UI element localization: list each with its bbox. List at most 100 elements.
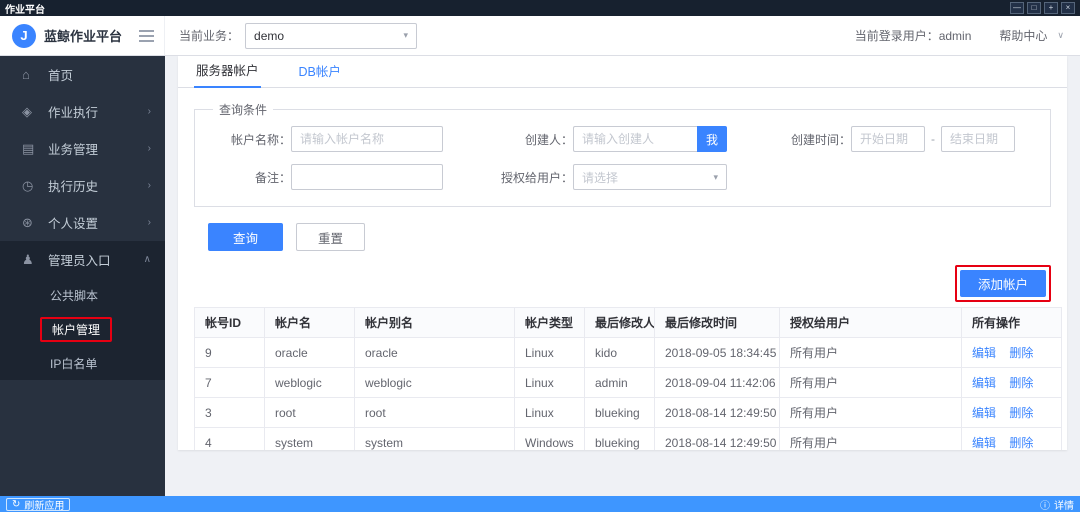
add-account-button[interactable]: 添加帐户 <box>959 270 1046 297</box>
filter-legend: 查询条件 <box>219 103 268 117</box>
logged-in-user: 当前登录用户：admin <box>854 29 972 43</box>
remark-field: 备注： <box>207 164 443 190</box>
cell-type: Windows <box>514 427 585 450</box>
account-name-field: 帐户名称： <box>207 126 443 152</box>
cell-mtime: 2018-09-05 18:34:45 +0800 <box>654 337 780 368</box>
menu-toggle-icon[interactable] <box>139 29 154 42</box>
sidebar: ⌂ 首页 ◈ 作业执行 › ▤ 业务管理 › ◷ 执行历史 › ⊛ 个人设置 ›… <box>0 56 165 496</box>
creator-field: 创建人： 我 <box>483 126 727 152</box>
sidebar-subitem-ip-whitelist[interactable]: IP白名单 <box>0 346 165 380</box>
admin-entry-icon: ♟ <box>22 251 34 267</box>
cell-modifier: blueking <box>584 397 655 428</box>
refresh-app-button[interactable]: ↻ 刷新应用 <box>6 497 71 512</box>
filter-row-2: 备注： 授权给用户： 请选择 ▾ <box>207 164 1038 190</box>
window-titlebar: 作业平台 — □ + × <box>0 0 1080 16</box>
tab-db-account[interactable]: DB帐户 <box>297 56 343 87</box>
sidebar-item-home[interactable]: ⌂ 首页 <box>0 56 165 93</box>
refresh-app-label: 刷新应用 <box>24 500 65 512</box>
creator-label: 创建人： <box>524 132 573 147</box>
creator-input[interactable] <box>573 126 697 152</box>
edit-link[interactable]: 编辑 <box>972 436 996 450</box>
edit-link[interactable]: 编辑 <box>972 376 996 390</box>
sidebar-item-execute-history[interactable]: ◷ 执行历史 › <box>0 167 165 204</box>
me-button[interactable]: 我 <box>697 126 727 152</box>
delete-link[interactable]: 删除 <box>1009 436 1033 450</box>
close-button[interactable]: × <box>1061 2 1075 14</box>
remark-label: 备注： <box>254 170 291 185</box>
execute-history-icon: ◷ <box>22 177 34 193</box>
job-execute-icon: ◈ <box>22 103 32 119</box>
reset-button[interactable]: 重置 <box>296 223 366 251</box>
edit-link[interactable]: 编辑 <box>972 346 996 360</box>
table-header-row: 帐号ID 帐户名 帐户别名 帐户类型 最后修改人 最后修改时间 授权给用户 所有… <box>194 307 1062 338</box>
chevron-down-icon: ▾ <box>713 171 718 182</box>
cell-name: root <box>264 397 355 428</box>
grant-user-label: 授权给用户： <box>500 170 573 185</box>
restore-button[interactable]: □ <box>1027 2 1041 14</box>
refresh-icon: ↻ <box>12 498 21 510</box>
filter-actions: 查询 重置 <box>208 223 1067 251</box>
tab-server-account[interactable]: 服务器帐户 <box>194 56 261 88</box>
info-icon: ⓘ <box>1040 500 1050 512</box>
help-center-menu[interactable]: 帮助中心 ∨ <box>999 27 1064 44</box>
table-row: 4 system system Windows blueking 2018-08… <box>194 427 1062 450</box>
topbar: 当前业务： demo ▾ 当前登录用户：admin 帮助中心 ∨ <box>165 16 1080 55</box>
delete-link[interactable]: 删除 <box>1009 376 1033 390</box>
sidebar-subitem-account-manage[interactable]: 帐户管理 <box>0 312 165 346</box>
logo-icon: J <box>12 23 36 48</box>
cell-mtime: 2018-08-14 12:49:50 +0800 <box>654 397 780 428</box>
brand-title: 蓝鲸作业平台 <box>44 29 123 44</box>
sidebar-item-admin-entry[interactable]: ♟ 管理员入口 ∧ <box>0 241 165 278</box>
column-header-mtime: 最后修改时间 <box>654 307 780 338</box>
grant-user-select[interactable]: 请选择 ▾ <box>573 164 727 190</box>
app-header: J 蓝鲸作业平台 当前业务： demo ▾ 当前登录用户：admin 帮助中心 … <box>0 16 1080 56</box>
cell-mtime: 2018-09-04 11:42:06 +0800 <box>654 367 780 398</box>
sidebar-admin-group: ♟ 管理员入口 ∧ 公共脚本 帐户管理 IP白名单 <box>0 241 165 380</box>
cell-modifier: admin <box>584 367 655 398</box>
delete-link[interactable]: 删除 <box>1009 406 1033 420</box>
end-date-input[interactable] <box>941 126 1015 152</box>
main-region: ⌂ 首页 ◈ 作业执行 › ▤ 业务管理 › ◷ 执行历史 › ⊛ 个人设置 ›… <box>0 56 1080 496</box>
delete-link[interactable]: 删除 <box>1009 346 1033 360</box>
column-header-grant: 授权给用户 <box>779 307 962 338</box>
sidebar-item-job-execute[interactable]: ◈ 作业执行 › <box>0 93 165 130</box>
column-header-operations: 所有操作 <box>961 307 1062 338</box>
brand-area: J 蓝鲸作业平台 <box>0 16 165 55</box>
minimize-button[interactable]: — <box>1010 2 1024 14</box>
table-row: 3 root root Linux blueking 2018-08-14 12… <box>194 397 1062 428</box>
sidebar-item-business-manage[interactable]: ▤ 业务管理 › <box>0 130 165 167</box>
column-header-alias: 帐户别名 <box>354 307 515 338</box>
cell-grant: 所有用户 <box>779 367 962 398</box>
account-panel: 服务器帐户 DB帐户 查询条件 帐户名称： 创建人： 我 创建 <box>178 56 1067 450</box>
cell-type: Linux <box>514 367 585 398</box>
plus-button[interactable]: + <box>1044 2 1058 14</box>
grant-user-select-value: 请选择 <box>582 170 619 185</box>
sidebar-subitem-public-script[interactable]: 公共脚本 <box>0 278 165 312</box>
account-name-input[interactable] <box>291 126 443 152</box>
chevron-down-icon: ∨ <box>1057 30 1064 40</box>
cell-operations: 编辑 删除 <box>961 367 1062 398</box>
cell-name: oracle <box>264 337 355 368</box>
cell-alias: weblogic <box>354 367 515 398</box>
column-header-type: 帐户类型 <box>514 307 585 338</box>
create-time-label: 创建时间： <box>790 132 851 147</box>
cell-grant: 所有用户 <box>779 337 962 368</box>
home-icon: ⌂ <box>22 67 30 82</box>
edit-link[interactable]: 编辑 <box>972 406 996 420</box>
remark-input[interactable] <box>291 164 443 190</box>
start-date-input[interactable] <box>851 126 925 152</box>
business-select[interactable]: demo ▾ <box>245 22 418 49</box>
table-row: 7 weblogic weblogic Linux admin 2018-09-… <box>194 367 1062 398</box>
sidebar-item-personal-settings[interactable]: ⊛ 个人设置 › <box>0 204 165 241</box>
cell-operations: 编辑 删除 <box>961 337 1062 368</box>
detail-button[interactable]: ⓘ 详情 <box>1040 497 1074 512</box>
annotation-box-account-manage: 帐户管理 <box>40 316 113 342</box>
query-filter: 查询条件 帐户名称： 创建人： 我 创建时间： - <box>194 101 1051 207</box>
cell-grant: 所有用户 <box>779 397 962 428</box>
cell-id: 4 <box>194 427 265 450</box>
cell-alias: system <box>354 427 515 450</box>
business-manage-icon: ▤ <box>22 140 35 156</box>
chevron-right-icon: › <box>147 106 151 117</box>
search-button[interactable]: 查询 <box>208 223 284 251</box>
cell-name: weblogic <box>264 367 355 398</box>
